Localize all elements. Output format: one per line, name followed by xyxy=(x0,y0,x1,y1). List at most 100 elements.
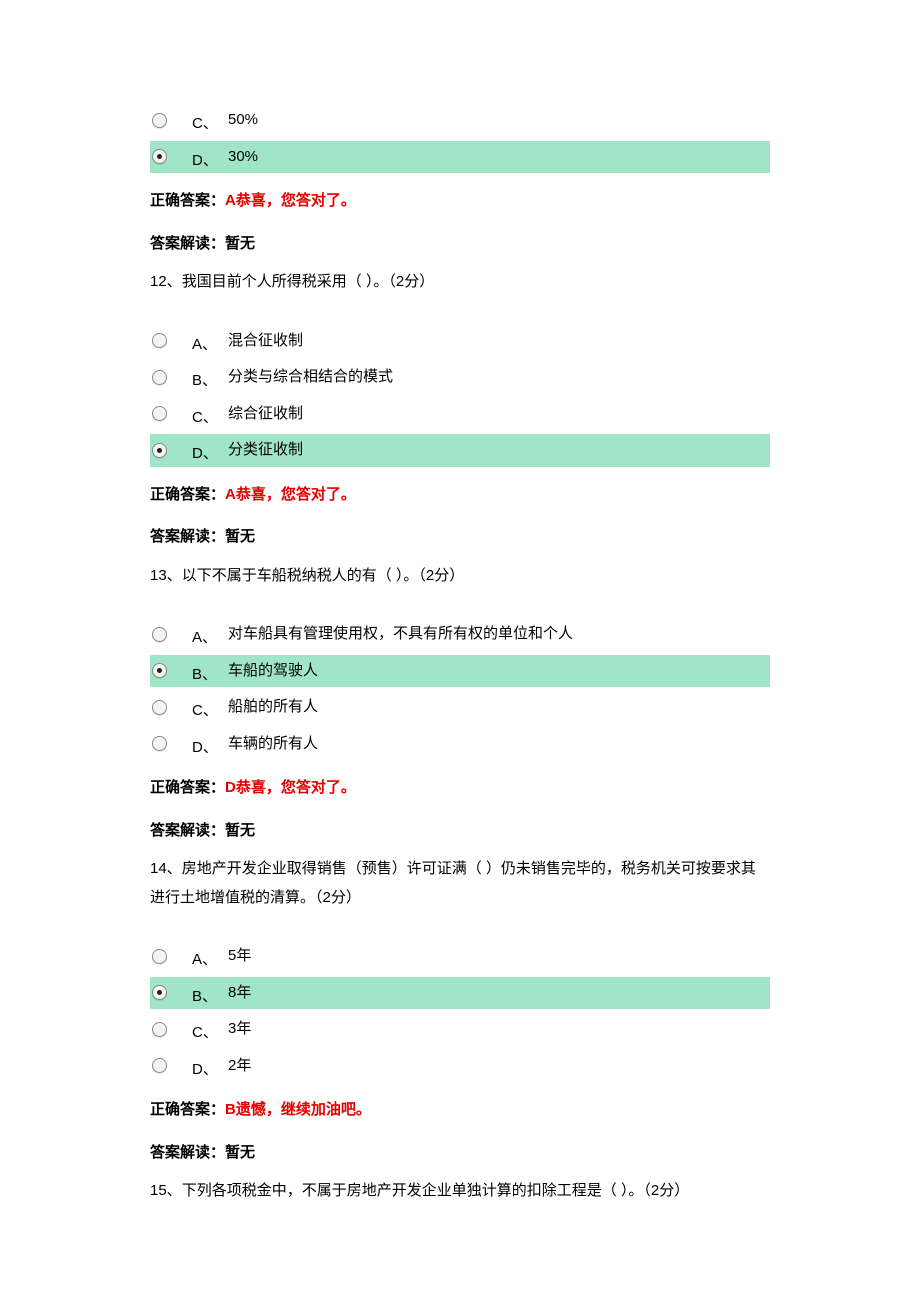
question-options: A、 对车船具有管理使用权，不具有所有权的单位和个人 B、 车船的驾驶人 C、 … xyxy=(150,618,770,760)
explain-prefix: 答案解读： xyxy=(150,822,225,839)
option-text: 对车船具有管理使用权，不具有所有权的单位和个人 xyxy=(228,620,573,649)
answer-explanation: 答案解读：暂无 xyxy=(150,1139,770,1168)
option-row[interactable]: C、 综合征收制 xyxy=(150,398,770,431)
option-text: 3年 xyxy=(228,1015,251,1044)
option-text: 车船的驾驶人 xyxy=(228,657,318,686)
option-letter: A、 xyxy=(192,331,228,360)
option-text: 5年 xyxy=(228,942,251,971)
option-text: 50% xyxy=(228,106,258,135)
option-text: 分类征收制 xyxy=(228,436,303,465)
option-row[interactable]: C、 3年 xyxy=(150,1013,770,1046)
answer-key: A xyxy=(225,192,236,209)
correct-answer-line: 正确答案：B遗憾，继续加油吧。 xyxy=(150,1096,770,1125)
radio-icon[interactable] xyxy=(152,149,167,164)
option-letter: D、 xyxy=(192,734,228,763)
question-number: 12、 xyxy=(150,273,182,290)
option-row[interactable]: B、 车船的驾驶人 xyxy=(150,655,770,688)
question-options: A、 混合征收制 B、 分类与综合相结合的模式 C、 综合征收制 D、 分类征收… xyxy=(150,325,770,467)
correct-answer-line: 正确答案：D恭喜，您答对了。 xyxy=(150,774,770,803)
option-text: 8年 xyxy=(228,979,251,1008)
question-text: 房地产开发企业取得销售（预售）许可证满（ ）仍未销售完毕的，税务机关可按要求其进… xyxy=(150,860,756,906)
answer-message: 恭喜，您答对了。 xyxy=(236,486,356,503)
option-row[interactable]: A、 混合征收制 xyxy=(150,325,770,358)
explain-text: 暂无 xyxy=(225,528,255,545)
question-text: 下列各项税金中，不属于房地产开发企业单独计算的扣除工程是（ ）。（2分） xyxy=(182,1182,690,1199)
answer-prefix: 正确答案： xyxy=(150,486,225,503)
radio-icon[interactable] xyxy=(152,1022,167,1037)
explain-text: 暂无 xyxy=(225,1144,255,1161)
option-text: 30% xyxy=(228,143,258,172)
question-stem: 13、以下不属于车船税纳税人的有（ ）。（2分） xyxy=(150,562,770,591)
radio-icon[interactable] xyxy=(152,443,167,458)
radio-icon[interactable] xyxy=(152,333,167,348)
option-text: 综合征收制 xyxy=(228,400,303,429)
option-text: 分类与综合相结合的模式 xyxy=(228,363,393,392)
option-letter: B、 xyxy=(192,661,228,690)
option-letter: D、 xyxy=(192,1056,228,1085)
radio-icon[interactable] xyxy=(152,663,167,678)
answer-prefix: 正确答案： xyxy=(150,192,225,209)
explain-text: 暂无 xyxy=(225,822,255,839)
option-row[interactable]: D、 30% xyxy=(150,141,770,174)
option-letter: A、 xyxy=(192,946,228,975)
explain-prefix: 答案解读： xyxy=(150,1144,225,1161)
answer-key: B xyxy=(225,1101,236,1118)
option-row[interactable]: A、 对车船具有管理使用权，不具有所有权的单位和个人 xyxy=(150,618,770,651)
document-page: C、 50% D、 30% 正确答案：A恭喜，您答对了。 答案解读：暂无 12、… xyxy=(0,0,920,1266)
option-row[interactable]: D、 2年 xyxy=(150,1050,770,1083)
radio-icon[interactable] xyxy=(152,627,167,642)
answer-key: D xyxy=(225,779,236,796)
option-letter: D、 xyxy=(192,147,228,176)
answer-message: 恭喜，您答对了。 xyxy=(236,192,356,209)
option-letter: A、 xyxy=(192,624,228,653)
radio-icon[interactable] xyxy=(152,949,167,964)
question-stem: 15、下列各项税金中，不属于房地产开发企业单独计算的扣除工程是（ ）。（2分） xyxy=(150,1177,770,1206)
correct-answer-line: 正确答案：A恭喜，您答对了。 xyxy=(150,187,770,216)
radio-icon[interactable] xyxy=(152,736,167,751)
radio-icon[interactable] xyxy=(152,985,167,1000)
explain-prefix: 答案解读： xyxy=(150,528,225,545)
option-letter: C、 xyxy=(192,697,228,726)
question-stem: 12、我国目前个人所得税采用（ ）。（2分） xyxy=(150,268,770,297)
option-row[interactable]: B、 分类与综合相结合的模式 xyxy=(150,361,770,394)
answer-prefix: 正确答案： xyxy=(150,1101,225,1118)
explain-prefix: 答案解读： xyxy=(150,235,225,252)
question-number: 13、 xyxy=(150,567,182,584)
radio-icon[interactable] xyxy=(152,406,167,421)
option-text: 2年 xyxy=(228,1052,251,1081)
option-letter: D、 xyxy=(192,440,228,469)
answer-key: A xyxy=(225,486,236,503)
answer-prefix: 正确答案： xyxy=(150,779,225,796)
radio-icon[interactable] xyxy=(152,1058,167,1073)
option-text: 船舶的所有人 xyxy=(228,693,318,722)
option-text: 混合征收制 xyxy=(228,327,303,356)
option-text: 车辆的所有人 xyxy=(228,730,318,759)
option-row[interactable]: C、 船舶的所有人 xyxy=(150,691,770,724)
question-options: A、 5年 B、 8年 C、 3年 D、 2年 xyxy=(150,940,770,1082)
radio-icon[interactable] xyxy=(152,370,167,385)
option-letter: C、 xyxy=(192,110,228,139)
correct-answer-line: 正确答案：A恭喜，您答对了。 xyxy=(150,481,770,510)
answer-message: 恭喜，您答对了。 xyxy=(236,779,356,796)
question-stem: 14、房地产开发企业取得销售（预售）许可证满（ ）仍未销售完毕的，税务机关可按要… xyxy=(150,855,770,912)
question-number: 15、 xyxy=(150,1182,182,1199)
radio-icon[interactable] xyxy=(152,113,167,128)
option-row[interactable]: C、 50% xyxy=(150,104,770,137)
radio-icon[interactable] xyxy=(152,700,167,715)
answer-explanation: 答案解读：暂无 xyxy=(150,817,770,846)
option-row[interactable]: D、 车辆的所有人 xyxy=(150,728,770,761)
option-row[interactable]: A、 5年 xyxy=(150,940,770,973)
question-text: 我国目前个人所得税采用（ ）。（2分） xyxy=(182,273,435,290)
option-letter: B、 xyxy=(192,983,228,1012)
explain-text: 暂无 xyxy=(225,235,255,252)
question-number: 14、 xyxy=(150,860,182,877)
option-letter: C、 xyxy=(192,404,228,433)
option-row[interactable]: D、 分类征收制 xyxy=(150,434,770,467)
option-letter: B、 xyxy=(192,367,228,396)
answer-explanation: 答案解读：暂无 xyxy=(150,523,770,552)
option-letter: C、 xyxy=(192,1019,228,1048)
option-row[interactable]: B、 8年 xyxy=(150,977,770,1010)
question-text: 以下不属于车船税纳税人的有（ ）。（2分） xyxy=(182,567,465,584)
question-options: C、 50% D、 30% xyxy=(150,104,770,173)
answer-message: 遗憾，继续加油吧。 xyxy=(236,1101,371,1118)
